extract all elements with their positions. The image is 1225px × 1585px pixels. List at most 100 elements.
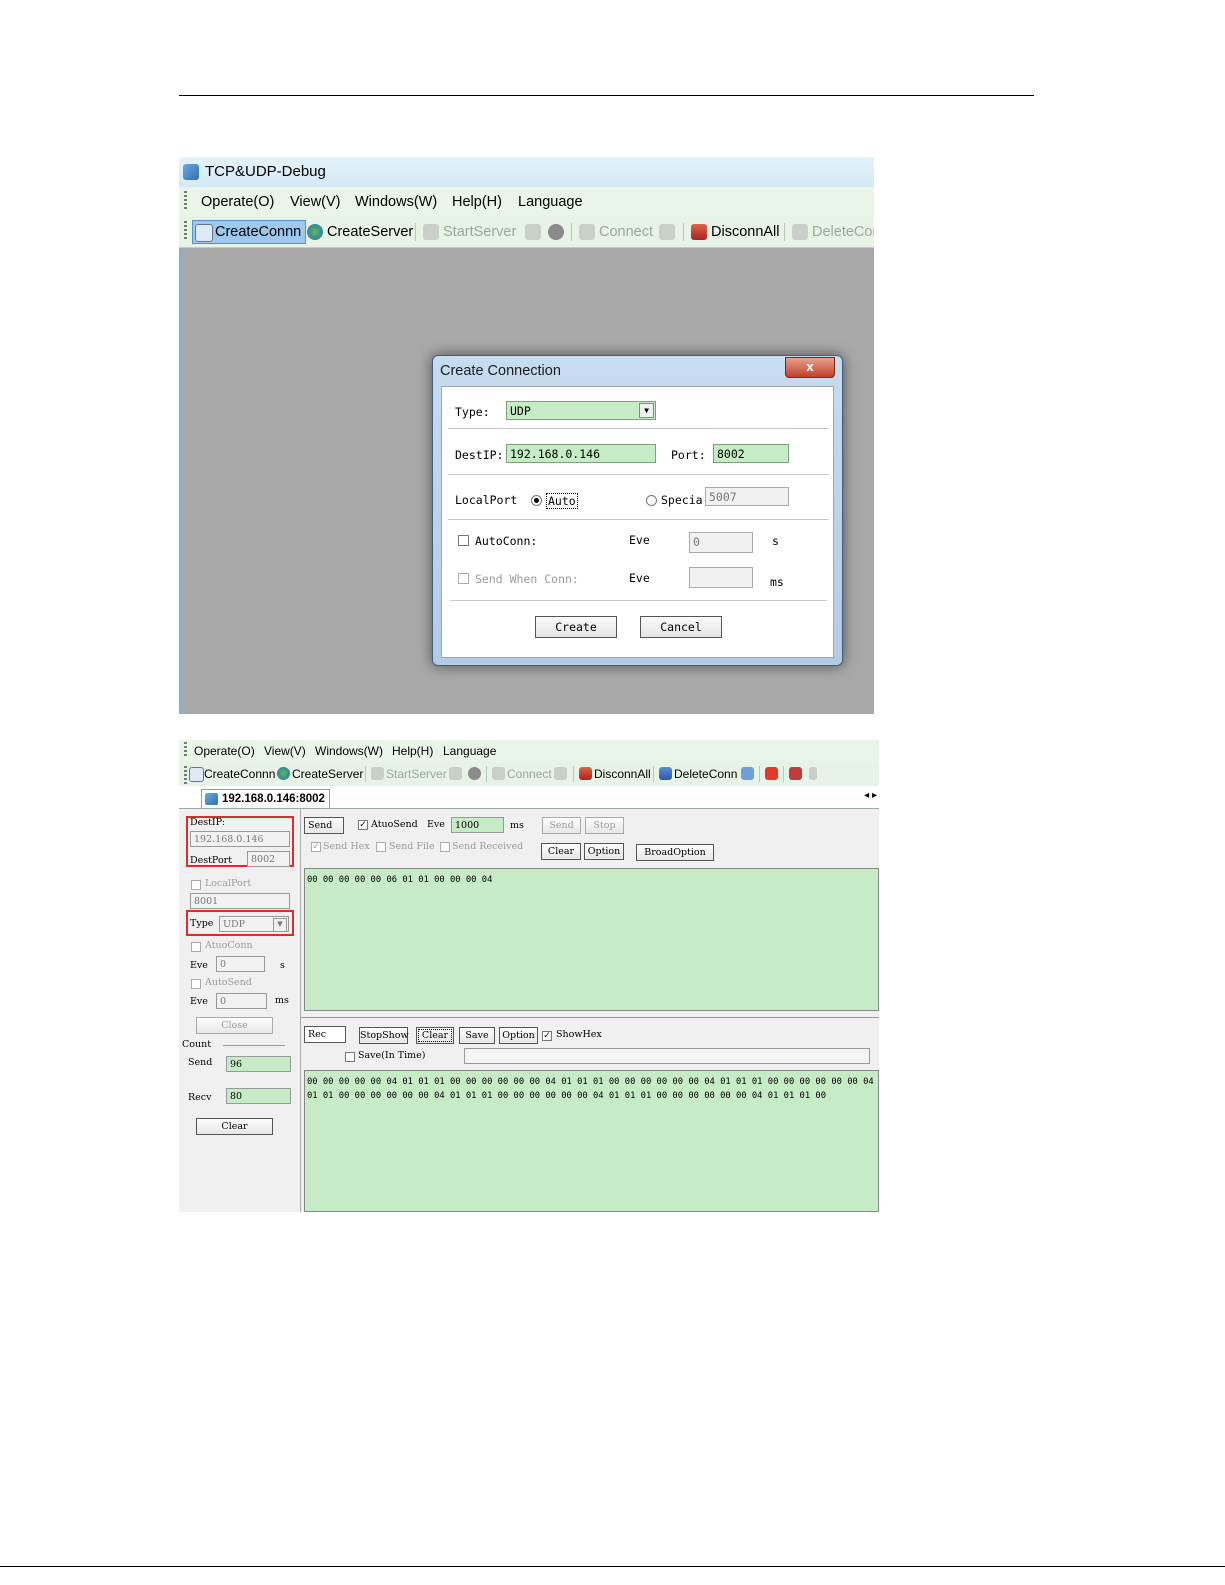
disconnect-button[interactable] <box>657 221 679 243</box>
exit-button[interactable] <box>787 764 802 784</box>
recv-option-button[interactable]: Option <box>499 1027 538 1044</box>
receive-data-area[interactable]: 00 00 00 00 00 04 01 01 01 00 00 00 00 0… <box>304 1070 879 1212</box>
menu-help[interactable]: Help(H) <box>452 194 502 210</box>
tab-connection[interactable]: 192.168.0.146:8002 <box>201 789 330 808</box>
connection-icon <box>205 793 218 805</box>
eve2-input[interactable]: 0 <box>216 993 267 1009</box>
start-server-button[interactable]: StartServer <box>421 221 516 243</box>
connection-window: Operate(O) View(V) Windows(W) Help(H) La… <box>179 740 879 1212</box>
autoconn-checkbox[interactable] <box>191 942 201 952</box>
eve-input[interactable]: 0 <box>216 956 265 972</box>
disconn-all-button[interactable]: DisconnAll <box>689 221 780 243</box>
destip-input[interactable]: 192.168.0.146 <box>506 444 656 463</box>
menu-view[interactable]: View(V) <box>290 194 341 210</box>
localport-label: LocalPort <box>455 493 518 507</box>
send-hex-checkbox[interactable]: ✓ <box>311 842 321 852</box>
menu-windows[interactable]: Windows(W) <box>355 194 437 210</box>
ms-unit: ms <box>510 820 524 831</box>
disconn-all-button[interactable]: DisconnAll <box>577 764 651 784</box>
stop-server-button[interactable] <box>447 764 464 784</box>
autoconn-checkbox[interactable] <box>458 535 469 546</box>
menu-language[interactable]: Language <box>518 194 583 210</box>
settings-button[interactable] <box>739 764 754 784</box>
create-conn-button[interactable]: CreateConnn <box>192 220 307 244</box>
connect-button[interactable]: Connect <box>490 764 552 784</box>
type-select[interactable]: UDP ▼ <box>506 401 656 420</box>
close-button[interactable]: Close <box>196 1017 273 1034</box>
autosend-checkbox[interactable] <box>191 979 201 989</box>
new-document-icon <box>195 224 213 242</box>
special-port-input[interactable]: 5007 <box>705 487 789 506</box>
stop-button[interactable]: Stop <box>585 817 624 834</box>
menu-view[interactable]: View(V) <box>264 744 306 758</box>
create-conn-button[interactable]: CreateConnn <box>187 764 275 784</box>
menu-windows[interactable]: Windows(W) <box>315 744 383 758</box>
overflow-button[interactable] <box>807 764 817 784</box>
page-header-rule <box>179 95 1034 96</box>
eve-input[interactable]: 0 <box>689 532 753 553</box>
save-path-input[interactable] <box>464 1048 870 1064</box>
close-circle-button[interactable] <box>466 764 483 784</box>
broad-option-button[interactable]: BroadOption <box>636 844 714 861</box>
clear-recv-button[interactable]: Clear <box>416 1027 454 1044</box>
create-server-button[interactable]: CreateServer <box>275 764 363 784</box>
stop-server-button[interactable] <box>523 221 545 243</box>
save-in-time-checkbox[interactable] <box>345 1052 355 1062</box>
special-radio[interactable] <box>646 495 657 506</box>
menu-operate[interactable]: Operate(O) <box>194 744 255 758</box>
auto-radio[interactable] <box>531 495 542 506</box>
showhex-checkbox[interactable]: ✓ <box>542 1031 552 1041</box>
clear-send-button[interactable]: Clear <box>541 843 581 860</box>
destip-input[interactable]: 192.168.0.146 <box>190 831 290 847</box>
eve2-label: Eve <box>629 571 650 585</box>
autosend-label: AutoSend <box>205 977 252 988</box>
menu-help[interactable]: Help(H) <box>392 744 433 758</box>
chevron-down-icon[interactable]: ▼ <box>273 918 287 931</box>
eve2-input[interactable] <box>689 567 753 588</box>
close-circle-button[interactable] <box>546 221 568 243</box>
power-button[interactable] <box>763 764 778 784</box>
disconnect-button[interactable] <box>552 764 569 784</box>
eve-label: Eve <box>427 819 445 830</box>
send-when-conn-checkbox[interactable] <box>458 573 469 584</box>
stopshow-button[interactable]: StopShow <box>359 1027 409 1044</box>
clear-count-button[interactable]: Clear <box>196 1118 273 1135</box>
app-icon <box>183 164 199 180</box>
connect-icon <box>492 767 505 780</box>
toolbar-grip-icon[interactable] <box>184 221 187 241</box>
chevron-down-icon[interactable]: ▼ <box>639 403 654 418</box>
send-count-value: 96 <box>226 1056 291 1072</box>
menu-grip-icon[interactable] <box>184 742 187 758</box>
type-select[interactable]: UDP ▼ <box>219 916 289 932</box>
cancel-button[interactable]: Cancel <box>640 616 722 638</box>
create-server-button[interactable]: CreateServer <box>305 221 413 243</box>
start-server-button[interactable]: StartServer <box>369 764 447 784</box>
send-file-checkbox[interactable] <box>376 842 386 852</box>
send-option-button[interactable]: Option <box>584 843 624 860</box>
delete-conn-button[interactable]: DeleteCon <box>790 221 874 243</box>
send-received-checkbox[interactable] <box>440 842 450 852</box>
type-label: Type <box>190 918 214 929</box>
menu-operate[interactable]: Operate(O) <box>201 194 274 210</box>
send-button[interactable]: Send <box>542 817 581 834</box>
localport-input[interactable]: 8001 <box>190 893 290 909</box>
menu-grip-icon[interactable] <box>184 191 187 211</box>
save-button[interactable]: Save <box>459 1027 495 1044</box>
destport-input[interactable]: 8002 <box>247 851 290 867</box>
eve-interval-input[interactable]: 1000 <box>451 817 504 833</box>
autosend-checkbox[interactable]: ✓ <box>358 820 368 830</box>
delete-conn-button[interactable]: DeleteConn <box>657 764 737 784</box>
menu-language[interactable]: Language <box>443 744 496 758</box>
localport-checkbox[interactable] <box>191 880 201 890</box>
send-data-area[interactable]: 00 00 00 00 00 06 01 01 00 00 00 04 <box>304 868 879 1011</box>
close-icon[interactable]: x <box>785 357 835 378</box>
tab-nav-arrows[interactable]: ◂ ▸ <box>864 790 877 801</box>
create-button[interactable]: Create <box>535 616 617 638</box>
toolbar-separator <box>486 766 487 782</box>
toolbar-separator <box>653 766 654 782</box>
eve-label: Eve <box>629 533 650 547</box>
create-connection-dialog: Create Connection x Type: UDP ▼ DestIP: … <box>432 355 843 666</box>
port-input[interactable]: 8002 <box>713 444 789 463</box>
connect-button[interactable]: Connect <box>577 221 653 243</box>
toolbar-separator <box>365 766 366 782</box>
